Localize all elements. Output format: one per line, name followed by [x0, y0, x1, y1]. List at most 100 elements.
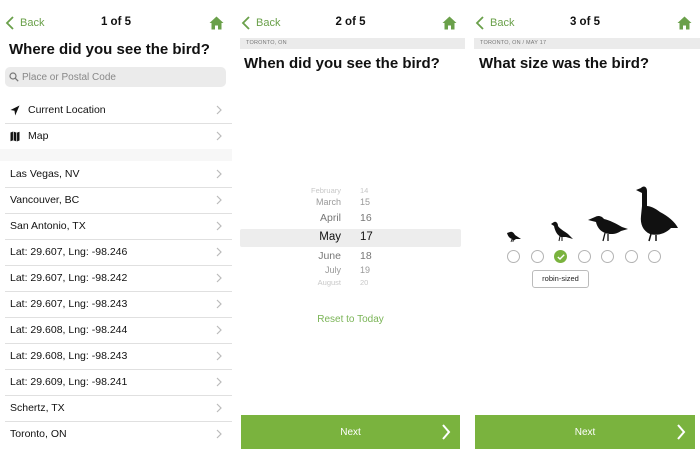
chevron-right-icon	[677, 424, 686, 440]
chevron-right-icon	[216, 403, 222, 413]
picker-row[interactable]: March 15	[240, 197, 461, 210]
size-step-panel: Back 3 of 5 TORONTO, ON / MAY 17 What si…	[470, 0, 700, 462]
next-button[interactable]: Next	[241, 415, 460, 449]
picker-row[interactable]: August 20	[240, 278, 461, 290]
size-option[interactable]	[530, 250, 544, 263]
picker-month: February	[310, 186, 341, 195]
date-picker[interactable]: February 14 March 15 April 16 May 17 June 18 July 1…	[240, 186, 461, 290]
size-option[interactable]	[601, 250, 614, 263]
step-indicator: 2 of 5	[335, 16, 366, 28]
chevron-right-icon	[216, 169, 222, 179]
goose-sized-bird-icon	[636, 186, 678, 242]
picker-row[interactable]: June 18	[240, 250, 461, 265]
picker-row[interactable]: February 14	[240, 186, 461, 198]
picker-month: June	[318, 250, 341, 262]
robin-sized-bird-icon	[551, 221, 573, 242]
chevron-right-icon	[216, 247, 222, 257]
recent-location-row[interactable]: San Antonio, TX	[0, 213, 232, 239]
picker-day: 16	[360, 212, 372, 224]
picker-row-selected[interactable]: May 17	[240, 231, 461, 247]
location-arrow-icon	[10, 105, 20, 115]
picker-day: 17	[360, 231, 373, 243]
chevron-right-icon	[216, 325, 222, 335]
picker-day: 18	[360, 250, 372, 262]
picker-month: July	[324, 265, 341, 275]
current-location-row[interactable]: Current Location	[0, 97, 232, 123]
chevron-right-icon	[216, 351, 222, 361]
picker-month: April	[319, 212, 341, 224]
picker-row[interactable]: April 16	[240, 212, 461, 227]
size-option[interactable]	[507, 250, 520, 263]
chevron-right-icon	[216, 131, 222, 141]
chevron-right-icon	[216, 377, 222, 387]
step-indicator: 1 of 5	[100, 16, 132, 28]
picker-day: 20	[360, 278, 369, 287]
row-label: San Antonio, TX	[10, 220, 86, 232]
map-icon	[10, 131, 20, 141]
date-step-panel: Back 2 of 5 TORONTO, ON When did you see…	[236, 0, 465, 462]
row-label: Lat: 29.608, Lng: -98.243	[10, 350, 128, 362]
size-option[interactable]	[577, 250, 591, 263]
recent-location-row[interactable]: Schertz, TX	[0, 395, 232, 421]
nav-bar: Back 1 of 5	[0, 0, 232, 40]
chevron-right-icon	[216, 429, 222, 439]
breadcrumb: TORONTO, ON / MAY 17	[474, 38, 700, 49]
chevron-right-icon	[216, 195, 222, 205]
recent-location-row[interactable]: Lat: 29.607, Lng: -98.243	[0, 291, 232, 317]
row-label: Lat: 29.607, Lng: -98.246	[10, 246, 128, 258]
recent-location-row[interactable]: Lat: 29.607, Lng: -98.242	[0, 265, 232, 291]
row-label: Map	[28, 130, 49, 142]
section-gap	[0, 149, 232, 161]
recent-location-row[interactable]: Lat: 29.608, Lng: -98.244	[0, 317, 232, 343]
reset-to-today-button[interactable]: Reset to Today	[236, 314, 465, 325]
size-option-selected[interactable]	[554, 250, 567, 263]
row-label: Lat: 29.609, Lng: -98.241	[10, 376, 128, 388]
next-button[interactable]: Next	[475, 415, 695, 449]
chevron-right-icon	[216, 273, 222, 283]
row-label: Vancouver, BC	[10, 194, 80, 206]
row-label: Lat: 29.608, Lng: -98.244	[10, 324, 128, 336]
recent-location-row[interactable]: Las Vegas, NV	[0, 161, 232, 187]
home-icon[interactable]	[677, 16, 692, 30]
row-label: Las Vegas, NV	[10, 168, 80, 180]
next-label: Next	[574, 426, 596, 438]
next-label: Next	[340, 426, 361, 438]
home-icon[interactable]	[209, 16, 224, 30]
row-label: Lat: 29.607, Lng: -98.243	[10, 298, 128, 310]
picker-month: August	[317, 278, 341, 287]
chevron-right-icon	[216, 299, 222, 309]
picker-day: 14	[360, 186, 369, 195]
chevron-right-icon	[442, 424, 451, 440]
page-title: When did you see the bird?	[244, 55, 440, 72]
nav-bar: Back 3 of 5	[470, 0, 700, 40]
nav-bar: Back 2 of 5	[236, 0, 465, 40]
recent-location-row[interactable]: Lat: 29.609, Lng: -98.241	[0, 369, 232, 395]
page-title: What size was the bird?	[479, 55, 650, 72]
recent-location-row[interactable]: Toronto, ON	[0, 421, 232, 447]
crow-sized-bird-icon	[588, 215, 628, 242]
breadcrumb: TORONTO, ON	[240, 38, 465, 49]
step-indicator: 3 of 5	[569, 16, 601, 28]
recent-location-row[interactable]: Vancouver, BC	[0, 187, 232, 213]
picker-month: May	[319, 231, 341, 243]
home-icon[interactable]	[442, 16, 457, 30]
sparrow-sized-bird-icon	[507, 231, 521, 243]
size-option[interactable]	[624, 250, 638, 263]
chevron-right-icon	[216, 105, 222, 115]
row-label: Schertz, TX	[10, 402, 65, 414]
search-field[interactable]	[5, 67, 226, 87]
row-label: Toronto, ON	[10, 428, 67, 440]
row-label: Current Location	[28, 104, 106, 116]
size-tooltip: robin-sized	[532, 270, 589, 288]
search-input[interactable]	[22, 71, 212, 83]
picker-day: 15	[360, 197, 371, 207]
page-title: Where did you see the bird?	[9, 41, 210, 58]
recent-location-row[interactable]: Lat: 29.608, Lng: -98.243	[0, 343, 232, 369]
map-row[interactable]: Map	[0, 123, 232, 149]
size-option[interactable]	[648, 250, 661, 263]
picker-month: March	[315, 197, 341, 207]
chevron-right-icon	[216, 221, 222, 231]
recent-location-row[interactable]: Lat: 29.607, Lng: -98.246	[0, 239, 232, 265]
picker-row[interactable]: July 19	[240, 265, 461, 278]
search-icon	[9, 72, 19, 82]
